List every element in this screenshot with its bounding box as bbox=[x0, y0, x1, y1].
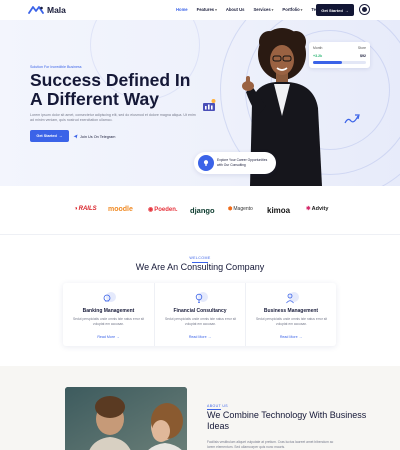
service-card-banking: Banking Management Sedut perspiciatis un… bbox=[63, 283, 154, 346]
logo[interactable]: Mala bbox=[28, 5, 66, 15]
lightbulb-icon bbox=[198, 155, 214, 171]
nav-about-us[interactable]: About Us bbox=[226, 7, 245, 12]
get-started-hero-label: Get Started bbox=[36, 134, 57, 138]
stats-value-left: +3.2k bbox=[313, 54, 323, 58]
read-more-label: Read More bbox=[97, 335, 116, 339]
poeden-icon: ◉ bbox=[148, 207, 154, 213]
stats-card: Month Store +3.2k $92 bbox=[309, 42, 370, 68]
moon-icon bbox=[362, 7, 367, 12]
arrow-right-icon: → bbox=[207, 335, 212, 339]
brand-name: Poeden. bbox=[154, 206, 178, 213]
telegram-link-label: Join Us On Telegram bbox=[80, 134, 116, 139]
explore-text: Explore Your Career Opportunities with O… bbox=[217, 158, 268, 167]
section-divider bbox=[0, 234, 400, 235]
services-title: We Are An Consulting Company bbox=[135, 262, 265, 272]
nav-features[interactable]: Features bbox=[197, 7, 217, 12]
bar-chart-icon bbox=[203, 99, 216, 111]
service-card-title: Financial Consultancy bbox=[173, 308, 227, 314]
arrow-right-icon: → bbox=[298, 335, 303, 339]
brand-logo-kimoa: kimoa bbox=[267, 206, 290, 215]
get-started-nav-label: Get Started bbox=[321, 7, 343, 13]
team-photo-image bbox=[65, 387, 187, 450]
curved-arrow-icon bbox=[344, 114, 360, 124]
read-more-label: Read More bbox=[279, 335, 298, 339]
services-eyebrow: WELCOME bbox=[189, 256, 211, 260]
service-card-financial: Financial Consultancy Sedut perspiciatis… bbox=[154, 283, 245, 346]
read-more-link[interactable]: Read More → bbox=[155, 335, 245, 339]
brand-logo-moodle: moodle bbox=[108, 206, 133, 213]
service-card-description: Sedut perspiciatis unde omnis iste natus… bbox=[72, 317, 145, 326]
arrow-right-icon: → bbox=[344, 7, 349, 13]
service-card-title: Business Management bbox=[263, 308, 319, 314]
money-hand-icon bbox=[103, 292, 116, 302]
read-more-link[interactable]: Read More → bbox=[246, 335, 336, 339]
brand-logo-poeden: ◉ Poeden. bbox=[148, 206, 178, 214]
service-card-description: Sedut perspiciatis unde omnis iste natus… bbox=[164, 317, 237, 326]
stats-value-right: $92 bbox=[360, 54, 366, 58]
get-started-nav-button[interactable]: Get Started → bbox=[316, 4, 354, 16]
arrow-right-icon: → bbox=[58, 134, 63, 138]
brand-name: Advity bbox=[311, 206, 329, 212]
telegram-icon bbox=[73, 134, 78, 139]
brand-logo-django: django bbox=[190, 206, 215, 215]
hero-section: Solution For Incredible Business Success… bbox=[0, 20, 400, 186]
service-card-description: Sedut perspiciatis unde omnis iste natus… bbox=[255, 317, 328, 326]
brand-name: django bbox=[190, 206, 215, 215]
about-eyebrow: ABOUT US bbox=[207, 404, 229, 408]
about-section: ABOUT US We Combine Technology With Busi… bbox=[0, 366, 400, 450]
logo-mark-icon bbox=[28, 6, 44, 14]
read-more-link[interactable]: Read More → bbox=[63, 335, 154, 339]
stats-label-left: Month bbox=[313, 46, 323, 50]
brand-logo-advity: ✱ Advity bbox=[306, 206, 328, 212]
brand-name: Magento bbox=[233, 206, 253, 212]
advity-icon: ✱ bbox=[306, 206, 311, 212]
telegram-link[interactable]: Join Us On Telegram bbox=[73, 134, 115, 139]
get-started-hero-button[interactable]: Get Started → bbox=[30, 130, 69, 142]
brand-name: moodle bbox=[108, 206, 133, 213]
brand-name: kimoa bbox=[267, 206, 291, 215]
top-navbar: Mala Home Features About Us Services Por… bbox=[0, 0, 400, 20]
rails-icon: ◑ bbox=[74, 206, 78, 212]
arrow-right-icon: → bbox=[116, 335, 120, 339]
hero-subtitle: Solution For Incredible Business bbox=[30, 65, 82, 69]
nav-portfolio[interactable]: Portfolio bbox=[282, 7, 302, 12]
stats-progress-bar bbox=[313, 61, 366, 64]
brand-logos-row: ◑ RAILS moodle ◉ Poeden. django ⬢ Magent… bbox=[0, 197, 400, 223]
explore-card[interactable]: Explore Your Career Opportunities with O… bbox=[194, 152, 276, 174]
nav-home[interactable]: Home bbox=[176, 7, 188, 12]
magento-icon: ⬢ bbox=[228, 206, 233, 212]
service-card-title: Banking Management bbox=[82, 308, 135, 314]
services-cards: Banking Management Sedut perspiciatis un… bbox=[63, 283, 336, 346]
brand-logo-magento: ⬢ Magento bbox=[228, 206, 253, 212]
user-icon bbox=[286, 292, 299, 304]
lightbulb-icon bbox=[195, 292, 208, 303]
nav-services[interactable]: Services bbox=[253, 7, 273, 12]
brand-name: RAILS bbox=[78, 206, 97, 212]
logo-text: Mala bbox=[47, 5, 66, 15]
read-more-label: Read More bbox=[188, 335, 207, 339]
theme-toggle-button[interactable] bbox=[359, 4, 370, 15]
brand-logo-rails: ◑ RAILS bbox=[74, 206, 97, 212]
service-card-business: Business Management Sedut perspiciatis u… bbox=[245, 283, 336, 346]
hero-title: Success Defined In A Different Way bbox=[30, 70, 191, 109]
hero-description: Lorem ipsum dolor sit amet, consectetur … bbox=[30, 113, 196, 122]
stats-label-right: Store bbox=[357, 46, 366, 50]
about-description: Facilisis vestibulum aliquet vulputate a… bbox=[207, 440, 334, 449]
about-title: We Combine Technology With Business Idea… bbox=[207, 410, 367, 431]
stats-progress-fill bbox=[313, 61, 343, 64]
